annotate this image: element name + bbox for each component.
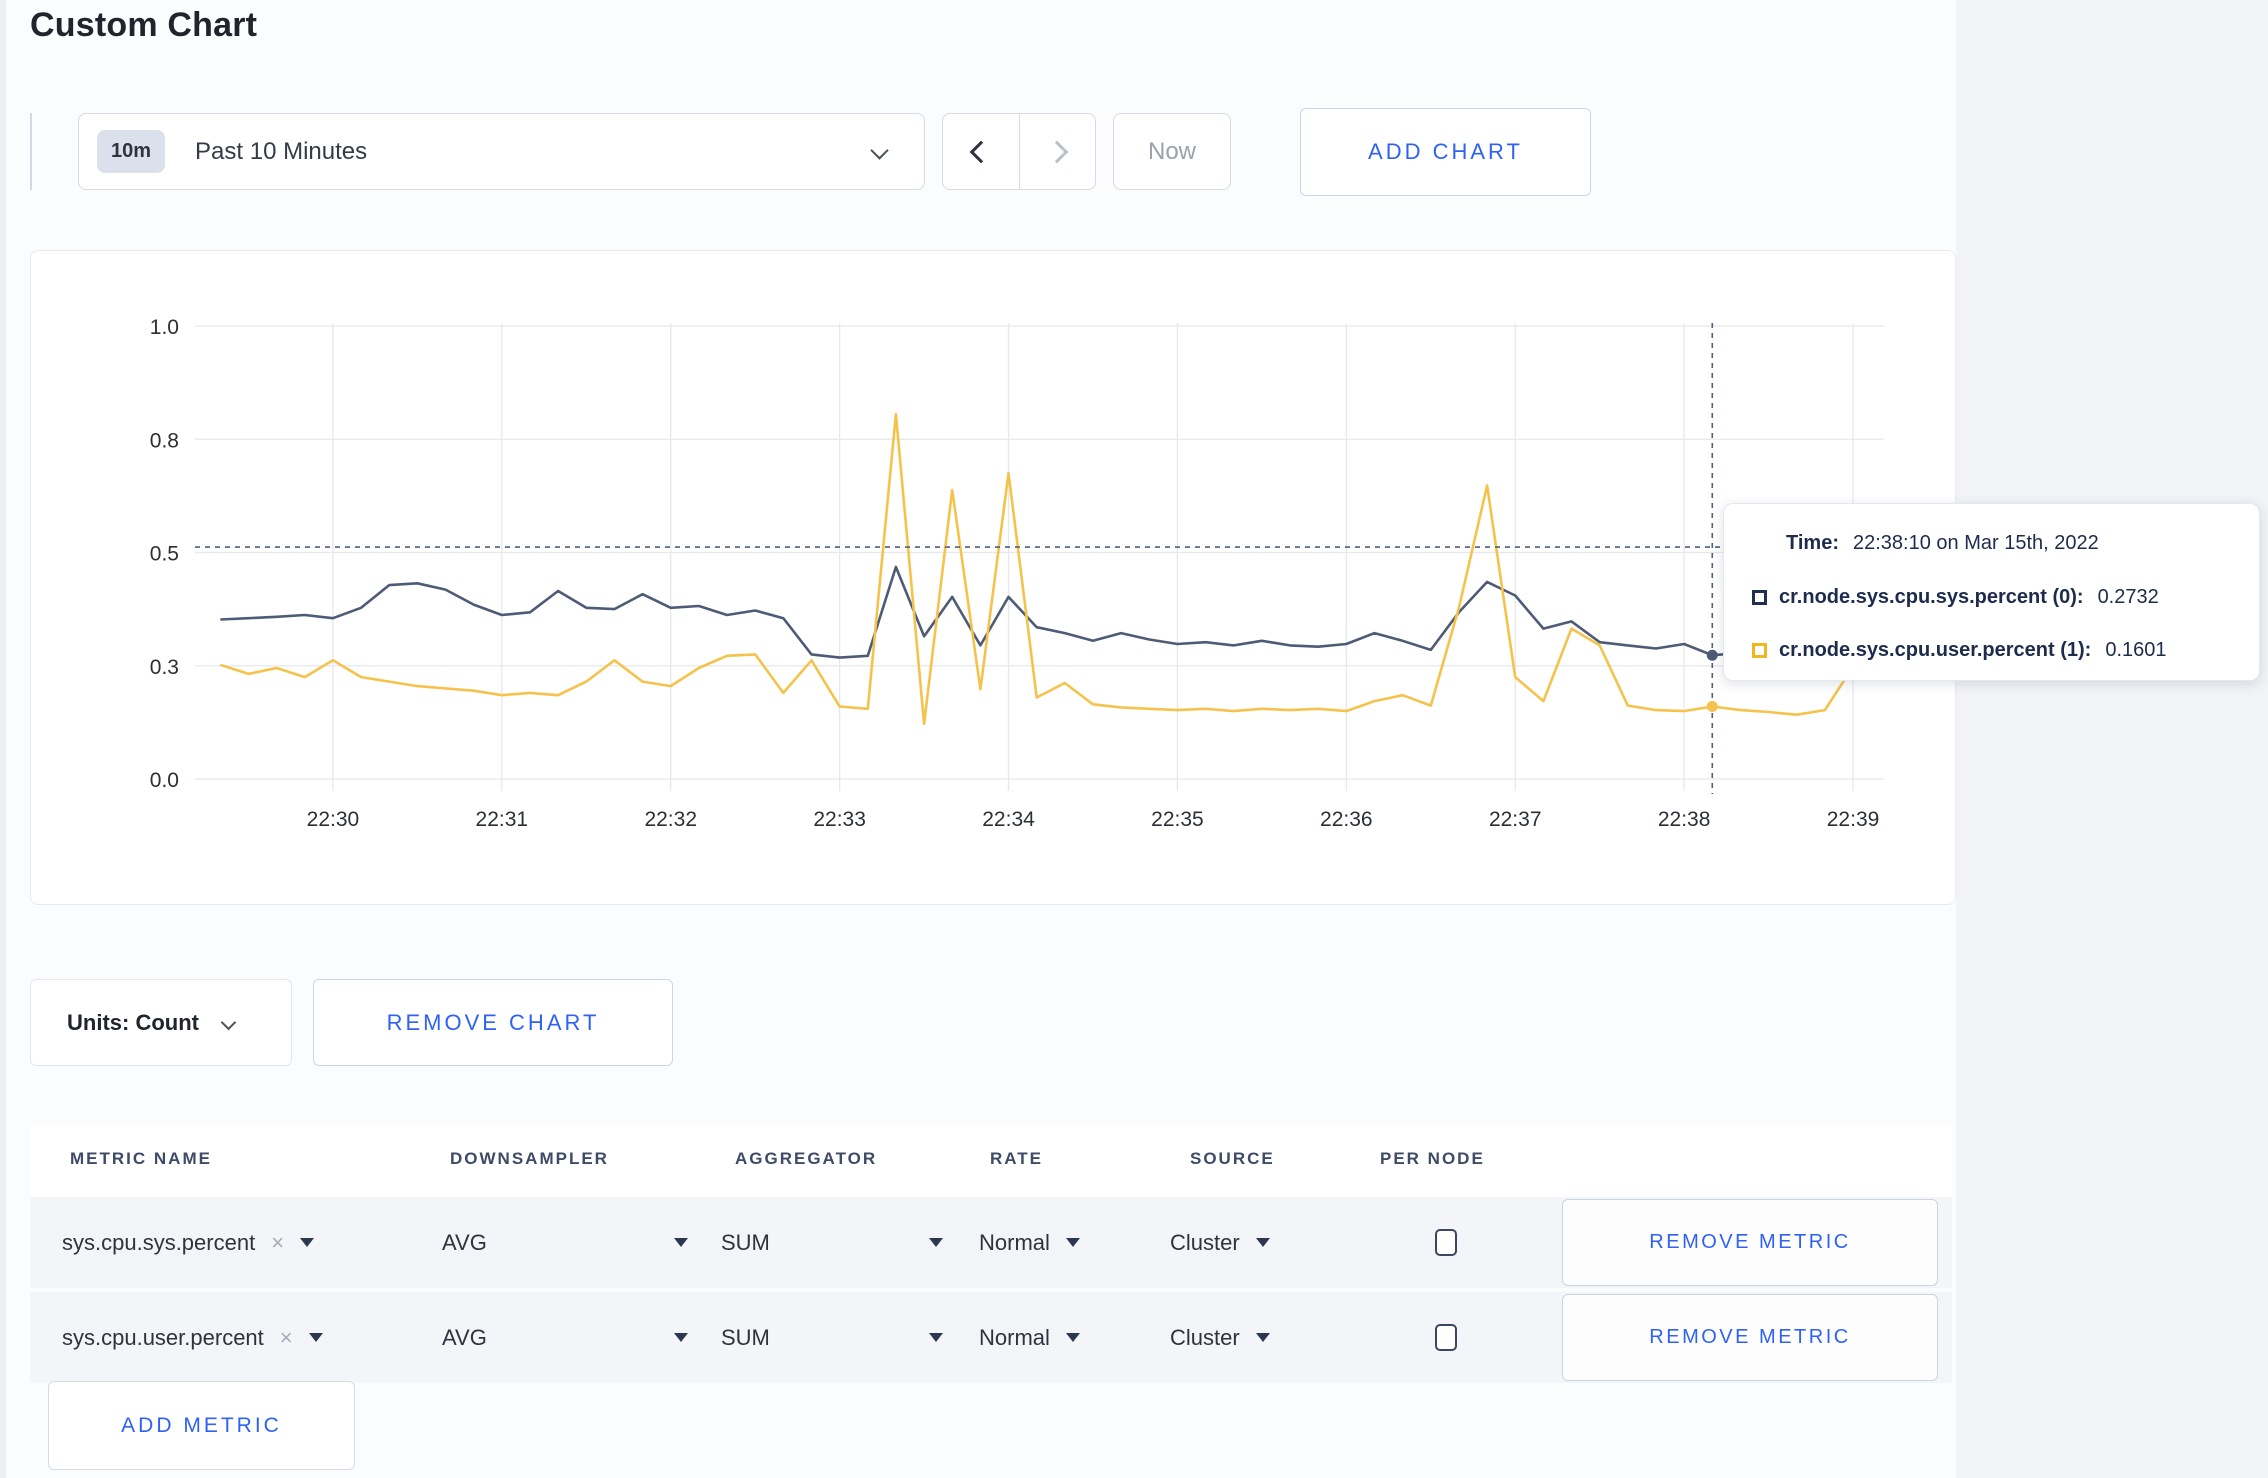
- units-select[interactable]: Units: Count: [30, 979, 292, 1066]
- tooltip-time-label: Time:: [1786, 532, 1839, 554]
- rate-select[interactable]: Normal: [979, 1292, 1080, 1383]
- remove-metric-button[interactable]: REMOVE METRIC: [1562, 1199, 1938, 1286]
- add-chart-button[interactable]: ADD CHART: [1300, 108, 1591, 196]
- series-swatch-icon: [1752, 590, 1767, 605]
- col-per-node: PER NODE: [1380, 1149, 1485, 1168]
- aggregator-select[interactable]: SUM: [721, 1292, 943, 1383]
- rate-value: Normal: [979, 1324, 1050, 1350]
- custom-chart-page: Custom Chart 10m Past 10 Minutes Now ADD…: [0, 0, 2268, 1478]
- caret-down-icon: [674, 1333, 688, 1342]
- clear-metric-icon[interactable]: ×: [271, 1230, 284, 1256]
- svg-text:22:35: 22:35: [1151, 808, 1204, 831]
- caret-down-icon: [1065, 1238, 1080, 1247]
- svg-text:0.0: 0.0: [150, 769, 179, 792]
- tooltip-series-value: 0.1601: [2105, 639, 2167, 661]
- caret-down-icon: [1255, 1333, 1270, 1342]
- col-downsampler: DOWNSAMPLER: [450, 1149, 609, 1168]
- svg-text:22:31: 22:31: [476, 808, 529, 831]
- svg-text:22:36: 22:36: [1320, 808, 1373, 831]
- tooltip-series-label: cr.node.sys.cpu.sys.percent (0):: [1779, 586, 2084, 608]
- chart-tooltip: Time: 22:38:10 on Mar 15th, 2022 cr.node…: [1723, 503, 2260, 681]
- remove-chart-button[interactable]: REMOVE CHART: [313, 979, 673, 1066]
- time-range-badge: 10m: [97, 130, 166, 173]
- downsampler-select[interactable]: AVG: [442, 1197, 688, 1288]
- rate-value: Normal: [979, 1229, 1050, 1255]
- svg-text:22:33: 22:33: [813, 808, 866, 831]
- svg-text:22:32: 22:32: [644, 808, 697, 831]
- series-swatch-icon: [1752, 643, 1767, 658]
- caret-down-icon: [674, 1238, 688, 1247]
- svg-text:0.3: 0.3: [150, 656, 179, 679]
- metric-name-select[interactable]: sys.cpu.user.percent ×: [62, 1292, 323, 1383]
- metric-row: sys.cpu.user.percent × AVG SUM Normal Cl…: [30, 1292, 1952, 1383]
- toolbar-divider: [30, 113, 32, 190]
- tooltip-time-row: Time: 22:38:10 on Mar 15th, 2022: [1786, 532, 2099, 555]
- tooltip-series-value: 0.2732: [2097, 586, 2159, 608]
- aggregator-value: SUM: [721, 1324, 770, 1350]
- units-label: Units: Count: [67, 1009, 199, 1035]
- caret-down-icon[interactable]: [308, 1333, 323, 1342]
- svg-text:22:34: 22:34: [982, 808, 1035, 831]
- caret-down-icon: [929, 1238, 943, 1247]
- metric-name-select[interactable]: sys.cpu.sys.percent ×: [62, 1197, 315, 1288]
- metric-name-text: sys.cpu.sys.percent: [62, 1229, 256, 1255]
- chart-card[interactable]: 1.0 0.8 0.5 0.3 0.0 22:30 22:31 22:32 22:33 22:34…: [30, 250, 1956, 905]
- per-node-checkbox[interactable]: [1435, 1229, 1457, 1256]
- metrics-table-header: METRIC NAME DOWNSAMPLER AGGREGATOR RATE …: [30, 1125, 1952, 1197]
- source-select[interactable]: Cluster: [1170, 1292, 1270, 1383]
- aggregator-select[interactable]: SUM: [721, 1197, 943, 1288]
- metric-row: sys.cpu.sys.percent × AVG SUM Normal Clu…: [30, 1197, 1952, 1288]
- clear-metric-icon[interactable]: ×: [280, 1325, 293, 1351]
- downsampler-value: AVG: [442, 1324, 487, 1350]
- tooltip-time-value: 22:38:10 on Mar 15th, 2022: [1852, 532, 2099, 554]
- time-range-label: Past 10 Minutes: [195, 137, 368, 165]
- now-button[interactable]: Now: [1113, 113, 1231, 190]
- time-nav-group: [942, 113, 1096, 190]
- source-select[interactable]: Cluster: [1170, 1197, 1270, 1288]
- time-range-select[interactable]: 10m Past 10 Minutes: [78, 113, 925, 190]
- chevron-down-icon: [870, 141, 889, 160]
- col-source: SOURCE: [1190, 1149, 1275, 1168]
- remove-metric-button[interactable]: REMOVE METRIC: [1562, 1294, 1938, 1381]
- add-metric-button[interactable]: ADD METRIC: [48, 1381, 355, 1470]
- caret-down-icon: [1065, 1333, 1080, 1342]
- source-value: Cluster: [1170, 1324, 1240, 1350]
- downsampler-value: AVG: [442, 1229, 487, 1255]
- col-aggregator: AGGREGATOR: [735, 1149, 878, 1168]
- col-rate: RATE: [990, 1149, 1044, 1168]
- line-chart[interactable]: 1.0 0.8 0.5 0.3 0.0 22:30 22:31 22:32 22:33 22:34…: [31, 251, 1957, 906]
- svg-text:22:38: 22:38: [1658, 808, 1711, 831]
- svg-text:0.8: 0.8: [150, 429, 179, 452]
- metric-name-text: sys.cpu.user.percent: [62, 1324, 264, 1350]
- per-node-checkbox[interactable]: [1435, 1324, 1457, 1351]
- svg-text:0.5: 0.5: [150, 543, 179, 566]
- source-value: Cluster: [1170, 1229, 1240, 1255]
- page-left-edge: [0, 0, 6, 1478]
- chevron-left-icon: [969, 140, 993, 163]
- time-next-button[interactable]: [1020, 114, 1096, 189]
- rate-select[interactable]: Normal: [979, 1197, 1080, 1288]
- col-metric-name: METRIC NAME: [70, 1149, 212, 1168]
- tooltip-series-row: cr.node.sys.cpu.user.percent (1): 0.1601: [1752, 639, 2167, 662]
- svg-text:22:30: 22:30: [307, 808, 360, 831]
- caret-down-icon[interactable]: [300, 1238, 315, 1247]
- time-prev-button[interactable]: [943, 114, 1020, 189]
- tooltip-series-label: cr.node.sys.cpu.user.percent (1):: [1779, 639, 2092, 661]
- page-title: Custom Chart: [30, 6, 258, 44]
- tooltip-series-row: cr.node.sys.cpu.sys.percent (0): 0.2732: [1752, 586, 2159, 609]
- svg-text:22:37: 22:37: [1489, 808, 1542, 831]
- page-right-gutter: [1956, 0, 2268, 1478]
- downsampler-select[interactable]: AVG: [442, 1292, 688, 1383]
- caret-down-icon: [929, 1333, 943, 1342]
- aggregator-value: SUM: [721, 1229, 770, 1255]
- chevron-right-icon: [1045, 140, 1069, 163]
- svg-text:1.0: 1.0: [150, 316, 179, 339]
- caret-down-icon: [1255, 1238, 1270, 1247]
- svg-text:22:39: 22:39: [1827, 808, 1880, 831]
- chevron-down-icon: [220, 1014, 237, 1031]
